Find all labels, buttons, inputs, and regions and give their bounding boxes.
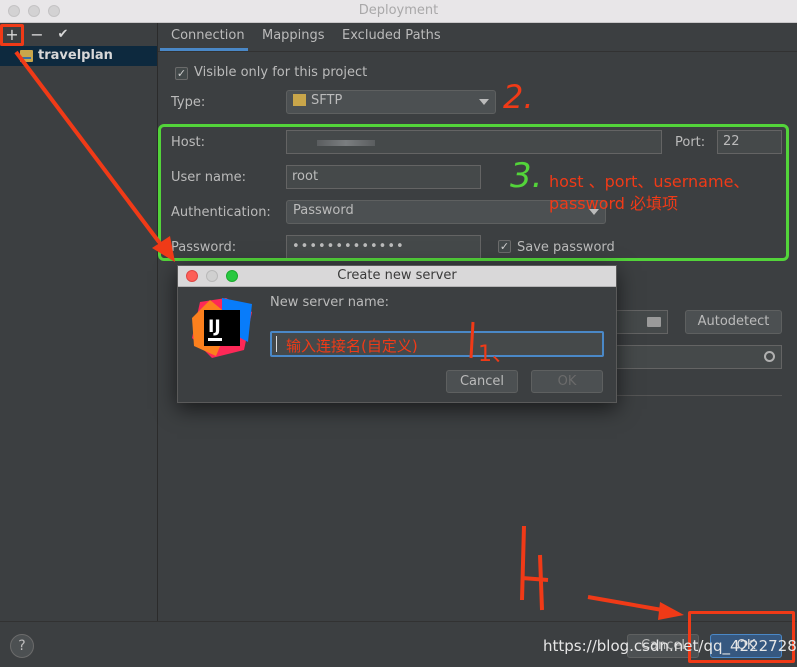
annotation-arrows (14, 50, 684, 620)
step2-annotation: 2. (503, 78, 534, 116)
step3-annotation: 3. (510, 156, 543, 196)
step1-annotation: 1、 (478, 342, 514, 367)
step4-annotation: 4 (552, 560, 553, 561)
step3-text-line2: password 必填项 (549, 194, 679, 213)
step1-stroke (469, 321, 475, 359)
arrow-to-ok (587, 595, 669, 613)
step4-stroke (520, 525, 549, 611)
step3-text-line1: host 、port、username、 (549, 172, 750, 191)
arrow-head-ok (658, 602, 684, 620)
arrow-to-dialog (14, 50, 167, 252)
watermark: https://blog.csdn.net/qq_42227281 (543, 637, 797, 655)
